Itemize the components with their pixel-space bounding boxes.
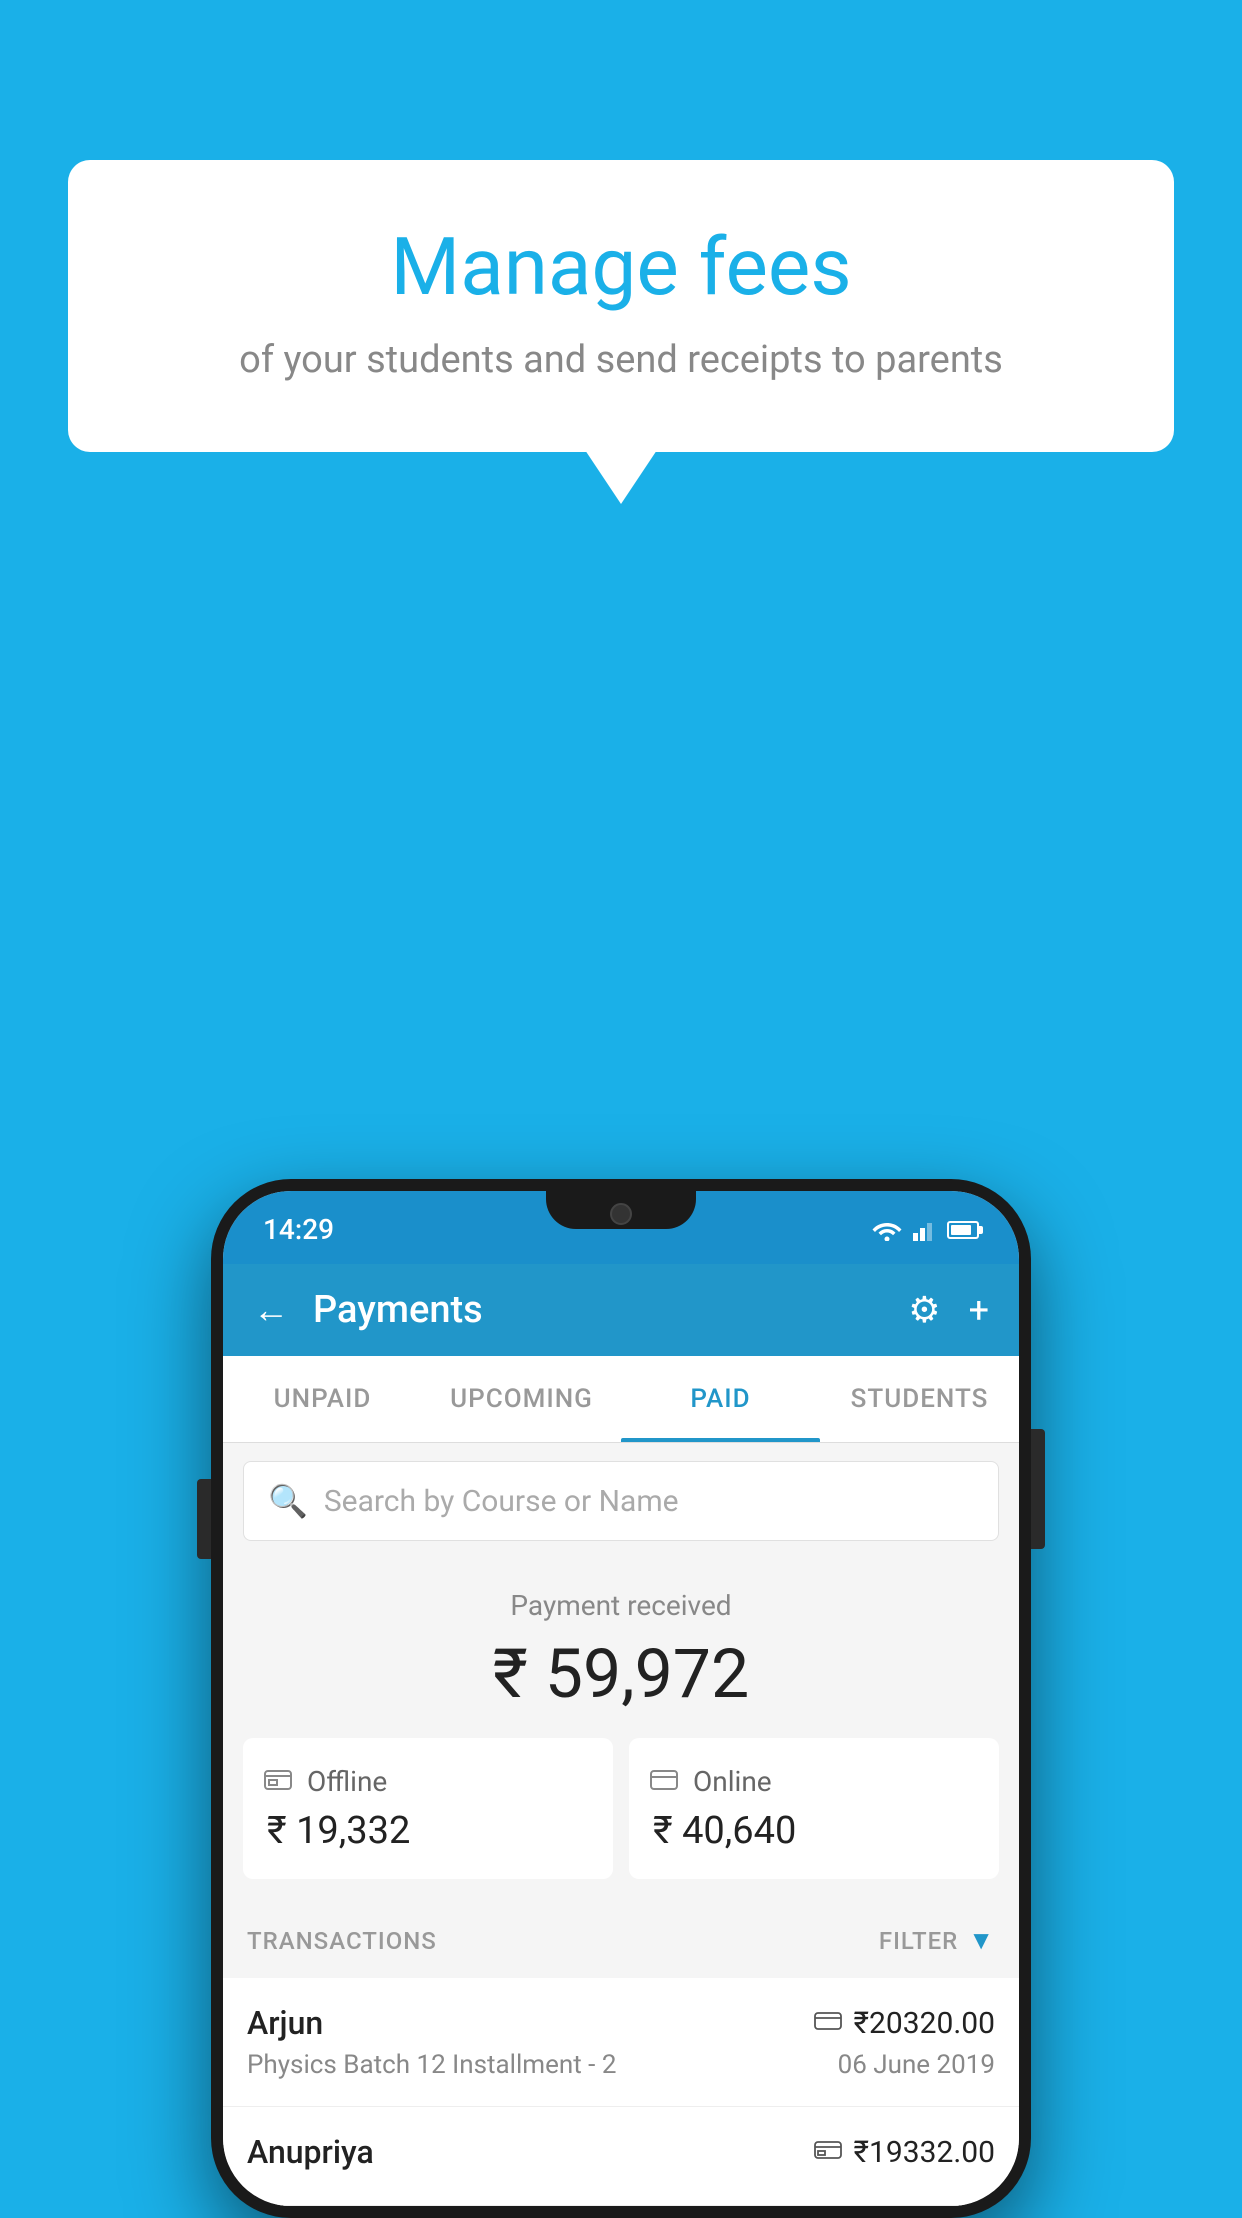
offline-type: Offline: [307, 1765, 387, 1798]
filter-label: FILTER: [879, 1927, 958, 1955]
wifi-icon: [871, 1219, 903, 1241]
filter-icon: ▼: [968, 1925, 995, 1956]
back-button[interactable]: ←: [253, 1289, 289, 1331]
transaction-course-arjun: Physics Batch 12 Installment - 2: [247, 2050, 616, 2080]
search-icon: 🔍: [268, 1482, 308, 1520]
transaction-date-arjun: 06 June 2019: [838, 2050, 995, 2080]
transaction-name-anupriya: Anupriya: [247, 2133, 374, 2171]
tab-students[interactable]: STUDENTS: [820, 1356, 1019, 1442]
speech-bubble-container: Manage fees of your students and send re…: [68, 160, 1174, 452]
add-button[interactable]: +: [969, 1289, 989, 1331]
payment-label: Payment received: [243, 1589, 999, 1622]
transactions-header: TRANSACTIONS FILTER ▼: [223, 1903, 1019, 1978]
offline-card: Offline ₹ 19,332: [243, 1738, 613, 1879]
tab-upcoming[interactable]: UPCOMING: [422, 1356, 621, 1442]
transaction-amount-anupriya: ₹19332.00: [854, 2135, 995, 2170]
phone-wrapper: 14:29: [211, 1179, 1031, 2218]
tab-unpaid[interactable]: UNPAID: [223, 1356, 422, 1442]
app-bar: ← Payments ⚙ +: [223, 1264, 1019, 1356]
online-type: Online: [693, 1765, 772, 1798]
online-card: Online ₹ 40,640: [629, 1738, 999, 1879]
app-bar-actions: ⚙ +: [908, 1289, 989, 1331]
online-amount: ₹ 40,640: [649, 1809, 796, 1853]
camera-icon: [610, 1203, 632, 1225]
payment-summary: Payment received ₹ 59,972: [223, 1559, 1019, 1903]
bubble-title: Manage fees: [118, 220, 1124, 314]
payment-total: ₹ 59,972: [243, 1634, 999, 1714]
payment-cards: Offline ₹ 19,332 Online: [243, 1738, 999, 1879]
transaction-row-arjun[interactable]: Arjun ₹20320.00 Physics Batch 12 Install…: [223, 1978, 1019, 2107]
transactions-label: TRANSACTIONS: [247, 1927, 437, 1955]
settings-button[interactable]: ⚙: [908, 1289, 940, 1331]
offline-amount: ₹ 19,332: [263, 1809, 410, 1853]
search-input[interactable]: Search by Course or Name: [324, 1484, 679, 1519]
app-bar-title: Payments: [313, 1288, 908, 1332]
transaction-amount-arjun: ₹20320.00: [854, 2006, 995, 2041]
offline-payment-icon: [814, 2137, 842, 2167]
bubble-subtitle: of your students and send receipts to pa…: [118, 338, 1124, 382]
signal-icon: [913, 1219, 937, 1241]
transaction-name-arjun: Arjun: [247, 2004, 323, 2042]
transaction-row-anupriya[interactable]: Anupriya ₹19332.00: [223, 2107, 1019, 2206]
phone-outer: 14:29: [211, 1179, 1031, 2218]
online-icon: [649, 1764, 679, 1799]
speech-bubble: Manage fees of your students and send re…: [68, 160, 1174, 452]
search-container: 🔍 Search by Course or Name: [223, 1443, 1019, 1559]
filter-button[interactable]: FILTER ▼: [879, 1925, 995, 1956]
offline-icon: [263, 1764, 293, 1799]
phone-notch: [546, 1191, 696, 1229]
search-box[interactable]: 🔍 Search by Course or Name: [243, 1461, 999, 1541]
status-icons: [871, 1219, 979, 1241]
status-time: 14:29: [263, 1213, 334, 1246]
tabs: UNPAID UPCOMING PAID STUDENTS: [223, 1356, 1019, 1443]
card-payment-icon: [814, 2008, 842, 2038]
battery-icon: [947, 1221, 979, 1239]
phone-screen: 14:29: [223, 1191, 1019, 2206]
tab-paid[interactable]: PAID: [621, 1356, 820, 1442]
